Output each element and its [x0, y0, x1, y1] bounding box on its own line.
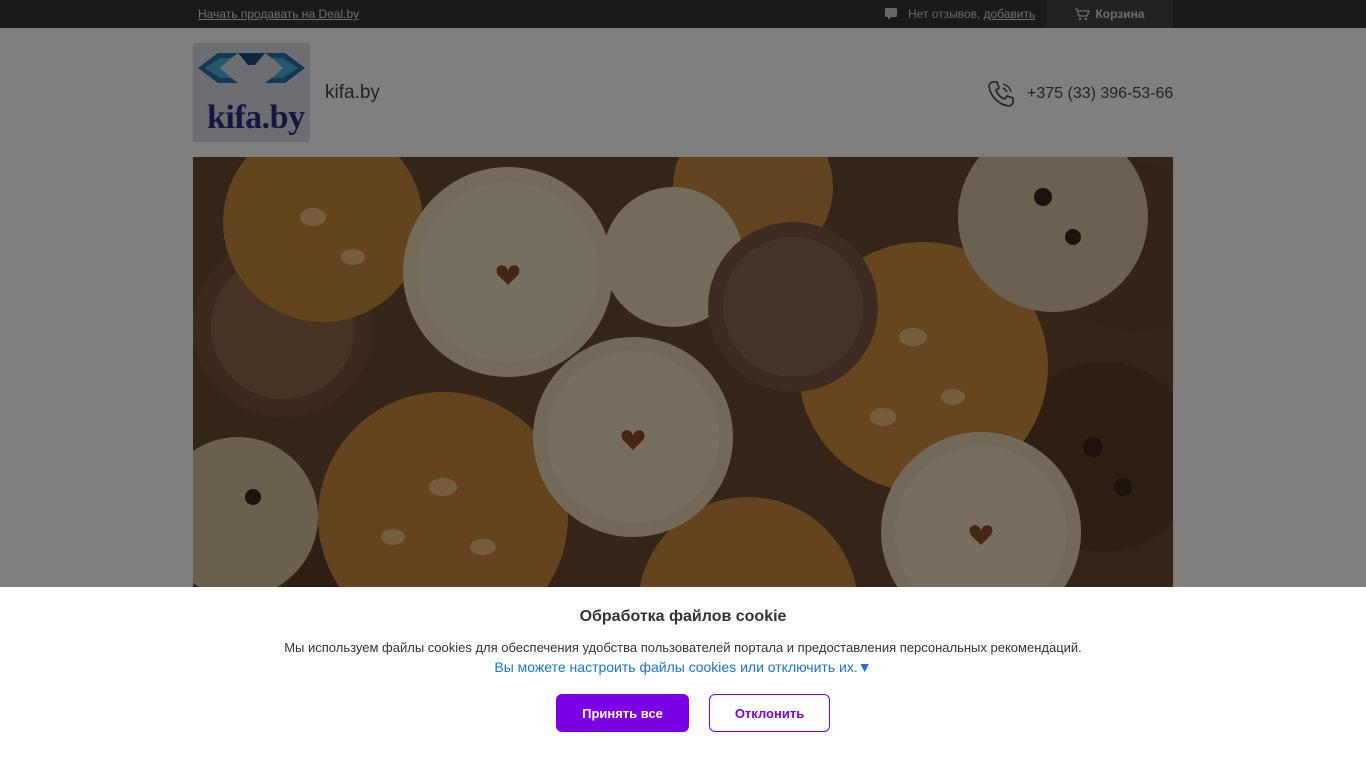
dim-overlay: [0, 0, 1366, 587]
cookie-text: Мы используем файлы cookies для обеспече…: [284, 640, 1082, 655]
decline-button[interactable]: Отклонить: [709, 694, 830, 732]
cookie-title: Обработка файлов cookie: [579, 608, 787, 625]
cookie-consent-panel: Обработка файлов cookie Мы используем фа…: [0, 587, 1366, 768]
cookie-settings-link[interactable]: Вы можете настроить файлы cookies или от…: [0, 659, 1366, 675]
accept-all-button[interactable]: Принять все: [556, 694, 689, 732]
